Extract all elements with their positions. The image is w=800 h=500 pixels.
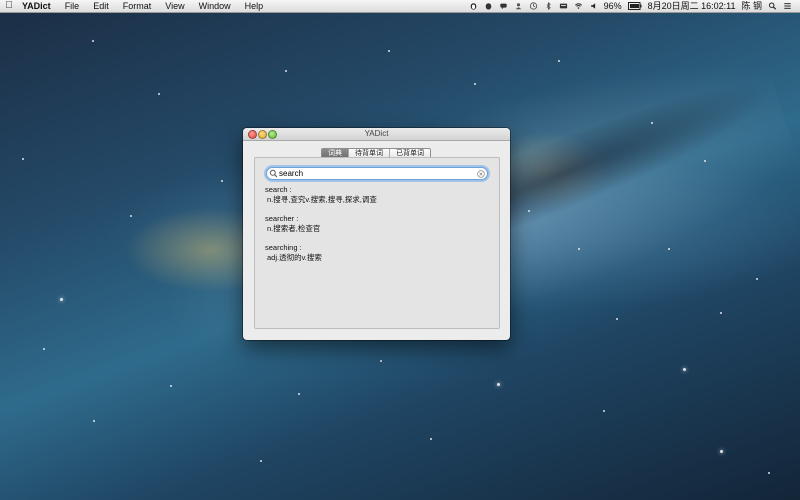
user-icon[interactable] — [514, 2, 523, 10]
menu-help[interactable]: Help — [238, 0, 271, 12]
wallpaper-star — [704, 160, 706, 162]
result-word: search : — [265, 185, 292, 194]
wallpaper-star — [720, 450, 723, 453]
notification-center-icon[interactable] — [783, 2, 792, 10]
wallpaper-star — [158, 93, 160, 95]
wallpaper-star — [260, 460, 262, 462]
list-item[interactable]: search : n.搜寻,查究v.搜索,搜寻,探求,调查 — [265, 185, 490, 205]
menu-window[interactable]: Window — [192, 0, 238, 12]
wallpaper-star — [130, 215, 132, 217]
clock-icon[interactable] — [529, 2, 538, 10]
apple-menu-icon[interactable]:  — [0, 0, 18, 12]
keyboard-input-icon[interactable] — [559, 2, 568, 10]
battery-icon[interactable] — [627, 2, 642, 10]
wallpaper-star — [43, 348, 45, 350]
result-word: searching : — [265, 243, 302, 252]
result-definition: n.搜索者,检查官 — [267, 224, 321, 233]
volume-icon[interactable] — [589, 2, 598, 10]
menu-extras: 96% 8月20日周二 16:02:11 陈 钢 — [469, 0, 800, 12]
wallpaper-star — [558, 60, 560, 62]
bluetooth-icon[interactable] — [544, 2, 553, 10]
wallpaper-star — [720, 312, 722, 314]
wallpaper-star — [93, 420, 95, 422]
menu-view[interactable]: View — [158, 0, 191, 12]
wallpaper-star — [170, 385, 172, 387]
wallpaper-star — [497, 383, 500, 386]
menu-edit[interactable]: Edit — [86, 0, 116, 12]
wifi-icon[interactable] — [574, 2, 583, 10]
wallpaper-star — [616, 318, 618, 320]
wallpaper-star — [768, 472, 770, 474]
clear-search-icon[interactable] — [477, 169, 485, 178]
wallpaper-star — [430, 438, 432, 440]
wallpaper-star — [60, 298, 63, 301]
wallpaper-star — [92, 40, 94, 42]
wallpaper-star — [756, 278, 758, 280]
result-word: searcher : — [265, 214, 299, 223]
list-item[interactable]: searcher : n.搜索者,检查官 — [265, 214, 490, 234]
wallpaper-star — [668, 248, 670, 250]
list-item[interactable]: searching : adj.透彻的v.搜索 — [265, 243, 490, 263]
menu-format[interactable]: Format — [116, 0, 159, 12]
spotlight-icon[interactable] — [768, 2, 777, 10]
window-titlebar[interactable]: YADict — [243, 128, 510, 141]
menu-app-name[interactable]: YADict — [18, 0, 58, 12]
result-definition: adj.透彻的v.搜索 — [267, 253, 322, 262]
penguin-alt-icon[interactable] — [484, 2, 493, 10]
wallpaper-star — [22, 158, 24, 160]
wallpaper-star — [474, 83, 476, 85]
search-field[interactable] — [266, 167, 488, 180]
search-input[interactable] — [278, 168, 477, 179]
wallpaper-star — [651, 122, 653, 124]
search-icon — [269, 169, 278, 178]
menu-clock[interactable]: 8月20日周二 16:02:11 — [648, 0, 736, 12]
window-title: YADict — [364, 129, 389, 138]
results-list: search : n.搜寻,查究v.搜索,搜寻,探求,调查 searcher :… — [265, 185, 490, 272]
wallpaper-star — [380, 360, 382, 362]
result-definition: n.搜寻,查究v.搜索,搜寻,探求,调查 — [267, 195, 377, 204]
penguin-icon[interactable] — [469, 2, 478, 10]
menu-file[interactable]: File — [58, 0, 87, 12]
wallpaper-star — [528, 210, 530, 212]
wallpaper-star — [578, 248, 580, 250]
chat-icon[interactable] — [499, 2, 508, 10]
battery-percent[interactable]: 96% — [604, 0, 622, 12]
wallpaper-star — [285, 70, 287, 72]
yadict-window: YADict 词典 待背单词 已背单词 search : n.搜寻,查究v.搜索… — [243, 128, 510, 340]
wallpaper-star — [221, 180, 223, 182]
menu-bar:  YADict File Edit Format View Window He… — [0, 0, 800, 13]
dictionary-panel: search : n.搜寻,查究v.搜索,搜寻,探求,调查 searcher :… — [254, 157, 500, 329]
wallpaper-star — [683, 368, 686, 371]
wallpaper-star — [298, 393, 300, 395]
menu-user-name[interactable]: 陈 钢 — [741, 0, 762, 12]
wallpaper-star — [388, 50, 390, 52]
wallpaper-star — [603, 410, 605, 412]
